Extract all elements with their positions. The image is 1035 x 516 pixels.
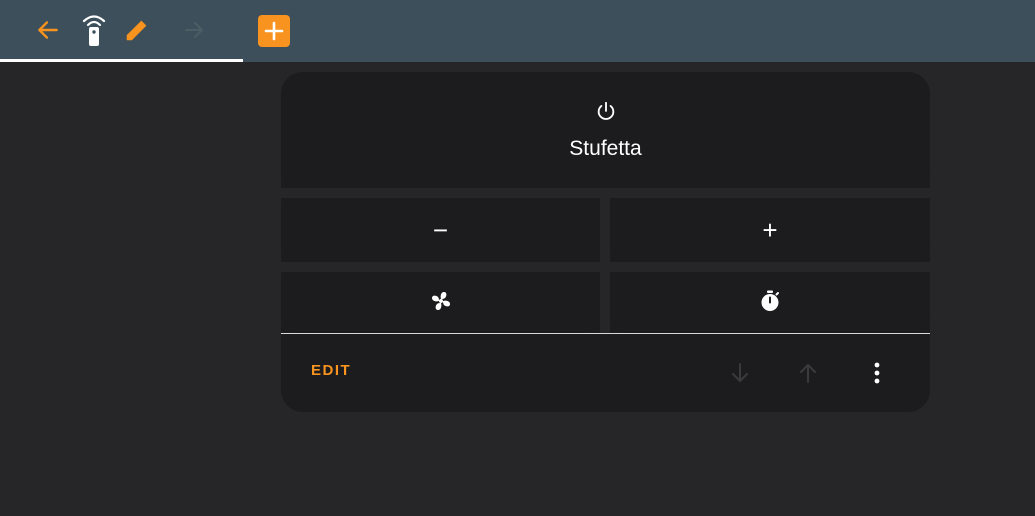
device-name: Stufetta [569, 136, 642, 160]
plus-square-icon[interactable] [258, 15, 290, 47]
top-toolbar [0, 0, 1035, 62]
card-footer: EDIT [281, 334, 930, 412]
row-gap [281, 262, 930, 272]
column-gap [600, 198, 610, 262]
remote-icon[interactable] [76, 12, 112, 48]
row-gap [281, 188, 930, 198]
minus-button[interactable]: − [281, 198, 600, 262]
forward-arrow-icon[interactable] [176, 12, 212, 48]
timer-button[interactable] [610, 272, 930, 334]
power-button[interactable]: Stufetta [281, 72, 930, 188]
fan-icon [429, 289, 453, 318]
back-arrow-icon[interactable] [30, 12, 66, 48]
arrow-up-icon[interactable] [794, 359, 822, 387]
column-gap [600, 272, 610, 334]
timer-icon [758, 289, 782, 318]
active-tab-indicator [0, 59, 243, 62]
fan-button[interactable] [281, 272, 600, 334]
arrow-down-icon[interactable] [726, 359, 754, 387]
pencil-icon[interactable] [119, 12, 155, 48]
plus-label: + [762, 215, 778, 245]
more-vertical-icon[interactable] [863, 359, 891, 387]
power-icon [595, 100, 617, 127]
remote-card: Stufetta − + EDIT [281, 72, 930, 412]
plus-button[interactable]: + [610, 198, 930, 262]
edit-button[interactable]: EDIT [311, 362, 351, 379]
minus-label: − [432, 215, 449, 245]
